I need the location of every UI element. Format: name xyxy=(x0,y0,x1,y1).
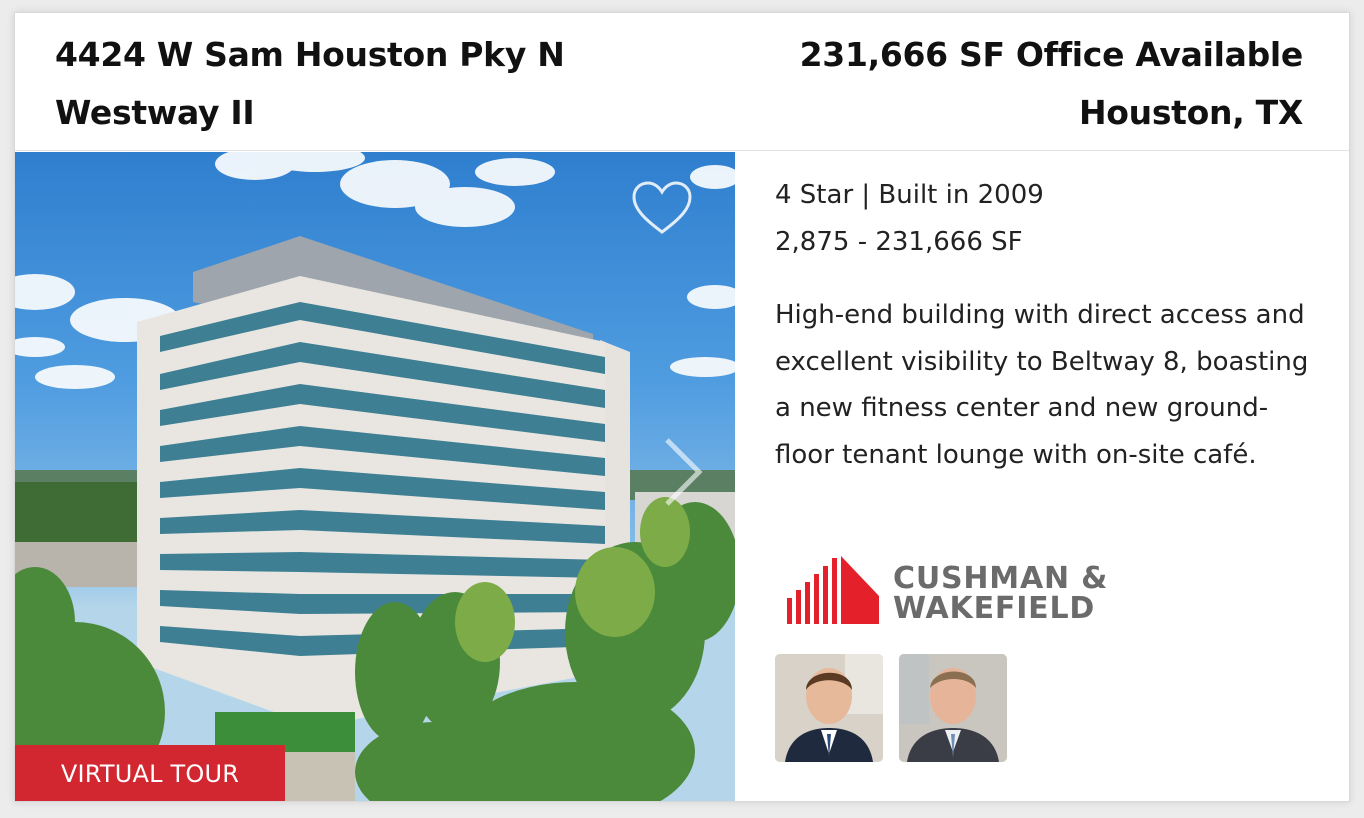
agent-avatar-image xyxy=(899,654,1007,762)
agent-photos xyxy=(775,654,1007,762)
agent-avatar[interactable] xyxy=(775,654,883,762)
availability-title: 231,666 SF Office Available xyxy=(799,35,1304,74)
heart-icon xyxy=(632,181,692,234)
agent-avatar-image xyxy=(775,654,883,762)
agent-avatar[interactable] xyxy=(899,654,1007,762)
listing-address[interactable]: 4424 W Sam Houston Pky N xyxy=(55,35,565,74)
cushman-wakefield-logo-icon xyxy=(787,556,879,624)
broker-logo-line2: WAKEFIELD xyxy=(893,591,1096,626)
rating-built: 4 Star | Built in 2009 xyxy=(775,180,1044,210)
listing-location: Houston, TX xyxy=(1078,93,1303,132)
building-photo[interactable]: VIRTUAL TOUR xyxy=(15,152,735,801)
next-photo-button[interactable] xyxy=(657,432,709,512)
chevron-right-icon xyxy=(665,438,703,506)
broker-logo-line1: CUSHMAN & xyxy=(893,561,1109,596)
size-range: 2,875 - 231,666 SF xyxy=(775,227,1023,257)
listing-description: High-end building with direct access and… xyxy=(775,300,1309,470)
broker-logo[interactable]: CUSHMAN & WAKEFIELD xyxy=(785,554,1125,626)
listing-card[interactable]: 4424 W Sam Houston Pky N Westway II 231,… xyxy=(14,12,1350,802)
favorite-button[interactable] xyxy=(631,180,699,244)
building-photo-image xyxy=(15,152,735,801)
broker-logo-text: CUSHMAN & WAKEFIELD xyxy=(893,564,1108,624)
building-name: Westway II xyxy=(55,93,255,132)
virtual-tour-button[interactable]: VIRTUAL TOUR xyxy=(15,745,285,801)
listing-header: 4424 W Sam Houston Pky N Westway II 231,… xyxy=(15,13,1349,151)
listing-details: 4 Star | Built in 2009 2,875 - 231,666 S… xyxy=(775,152,1335,801)
